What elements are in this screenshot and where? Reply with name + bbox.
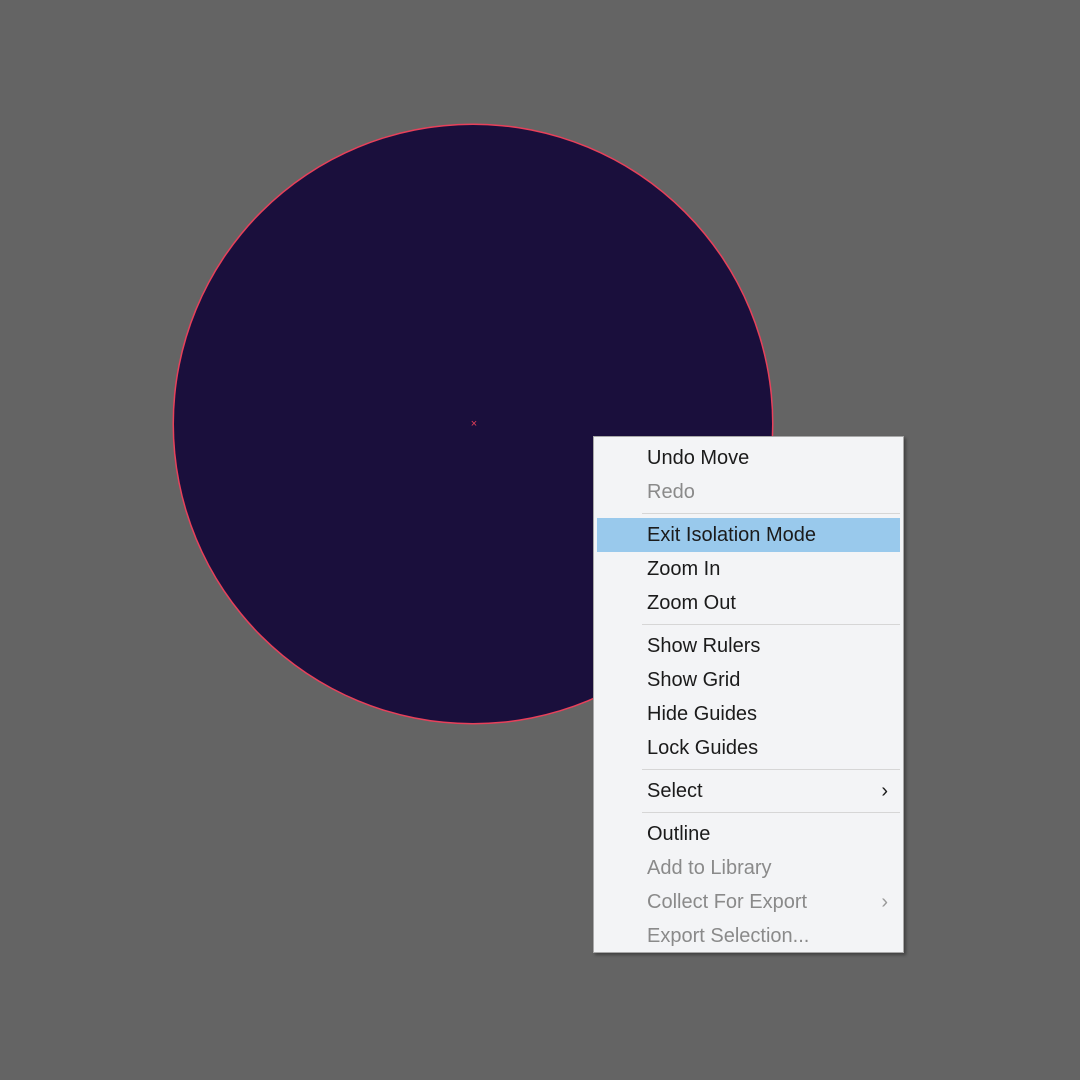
- menu-item-label: Select: [647, 780, 703, 802]
- menu-item-label: Outline: [647, 823, 711, 845]
- chevron-right-icon: ›: [881, 780, 888, 802]
- menu-item-label: Lock Guides: [647, 737, 759, 759]
- menu-item-label: Hide Guides: [647, 703, 758, 725]
- menu-separator: [642, 812, 900, 813]
- menu-item-label: Undo Move: [647, 447, 750, 469]
- menu-item-export-selection: Export Selection...: [597, 919, 900, 953]
- menu-separator: [642, 624, 900, 625]
- menu-item-zoom-out[interactable]: Zoom Out: [597, 586, 900, 620]
- menu-item-label: Collect For Export: [647, 891, 808, 913]
- menu-separator: [642, 513, 900, 514]
- chevron-right-icon: ›: [881, 891, 888, 913]
- menu-item-label: Zoom Out: [647, 592, 736, 614]
- menu-item-hide-guides[interactable]: Hide Guides: [597, 697, 900, 731]
- menu-item-undo-move[interactable]: Undo Move: [597, 441, 900, 475]
- menu-item-redo: Redo: [597, 475, 900, 509]
- menu-item-label: Redo: [647, 481, 695, 503]
- context-menu: Undo Move Redo Exit Isolation Mode Zoom …: [593, 436, 904, 953]
- menu-item-label: Show Rulers: [647, 635, 761, 657]
- menu-separator: [642, 769, 900, 770]
- menu-item-lock-guides[interactable]: Lock Guides: [597, 731, 900, 765]
- menu-item-label: Add to Library: [647, 857, 772, 879]
- menu-item-zoom-in[interactable]: Zoom In: [597, 552, 900, 586]
- menu-item-select[interactable]: Select ›: [597, 774, 900, 808]
- menu-item-collect-for-export: Collect For Export ›: [597, 885, 900, 919]
- menu-item-show-rulers[interactable]: Show Rulers: [597, 629, 900, 663]
- menu-item-outline[interactable]: Outline: [597, 817, 900, 851]
- menu-item-label: Export Selection...: [647, 925, 810, 947]
- artboard-canvas[interactable]: ×: [0, 0, 1080, 1080]
- menu-item-show-grid[interactable]: Show Grid: [597, 663, 900, 697]
- center-point-icon: ×: [470, 418, 478, 430]
- menu-item-exit-isolation-mode[interactable]: Exit Isolation Mode: [597, 518, 900, 552]
- menu-item-label: Exit Isolation Mode: [647, 524, 816, 546]
- menu-item-label: Zoom In: [647, 558, 721, 580]
- menu-item-add-to-library: Add to Library: [597, 851, 900, 885]
- menu-item-label: Show Grid: [647, 669, 741, 691]
